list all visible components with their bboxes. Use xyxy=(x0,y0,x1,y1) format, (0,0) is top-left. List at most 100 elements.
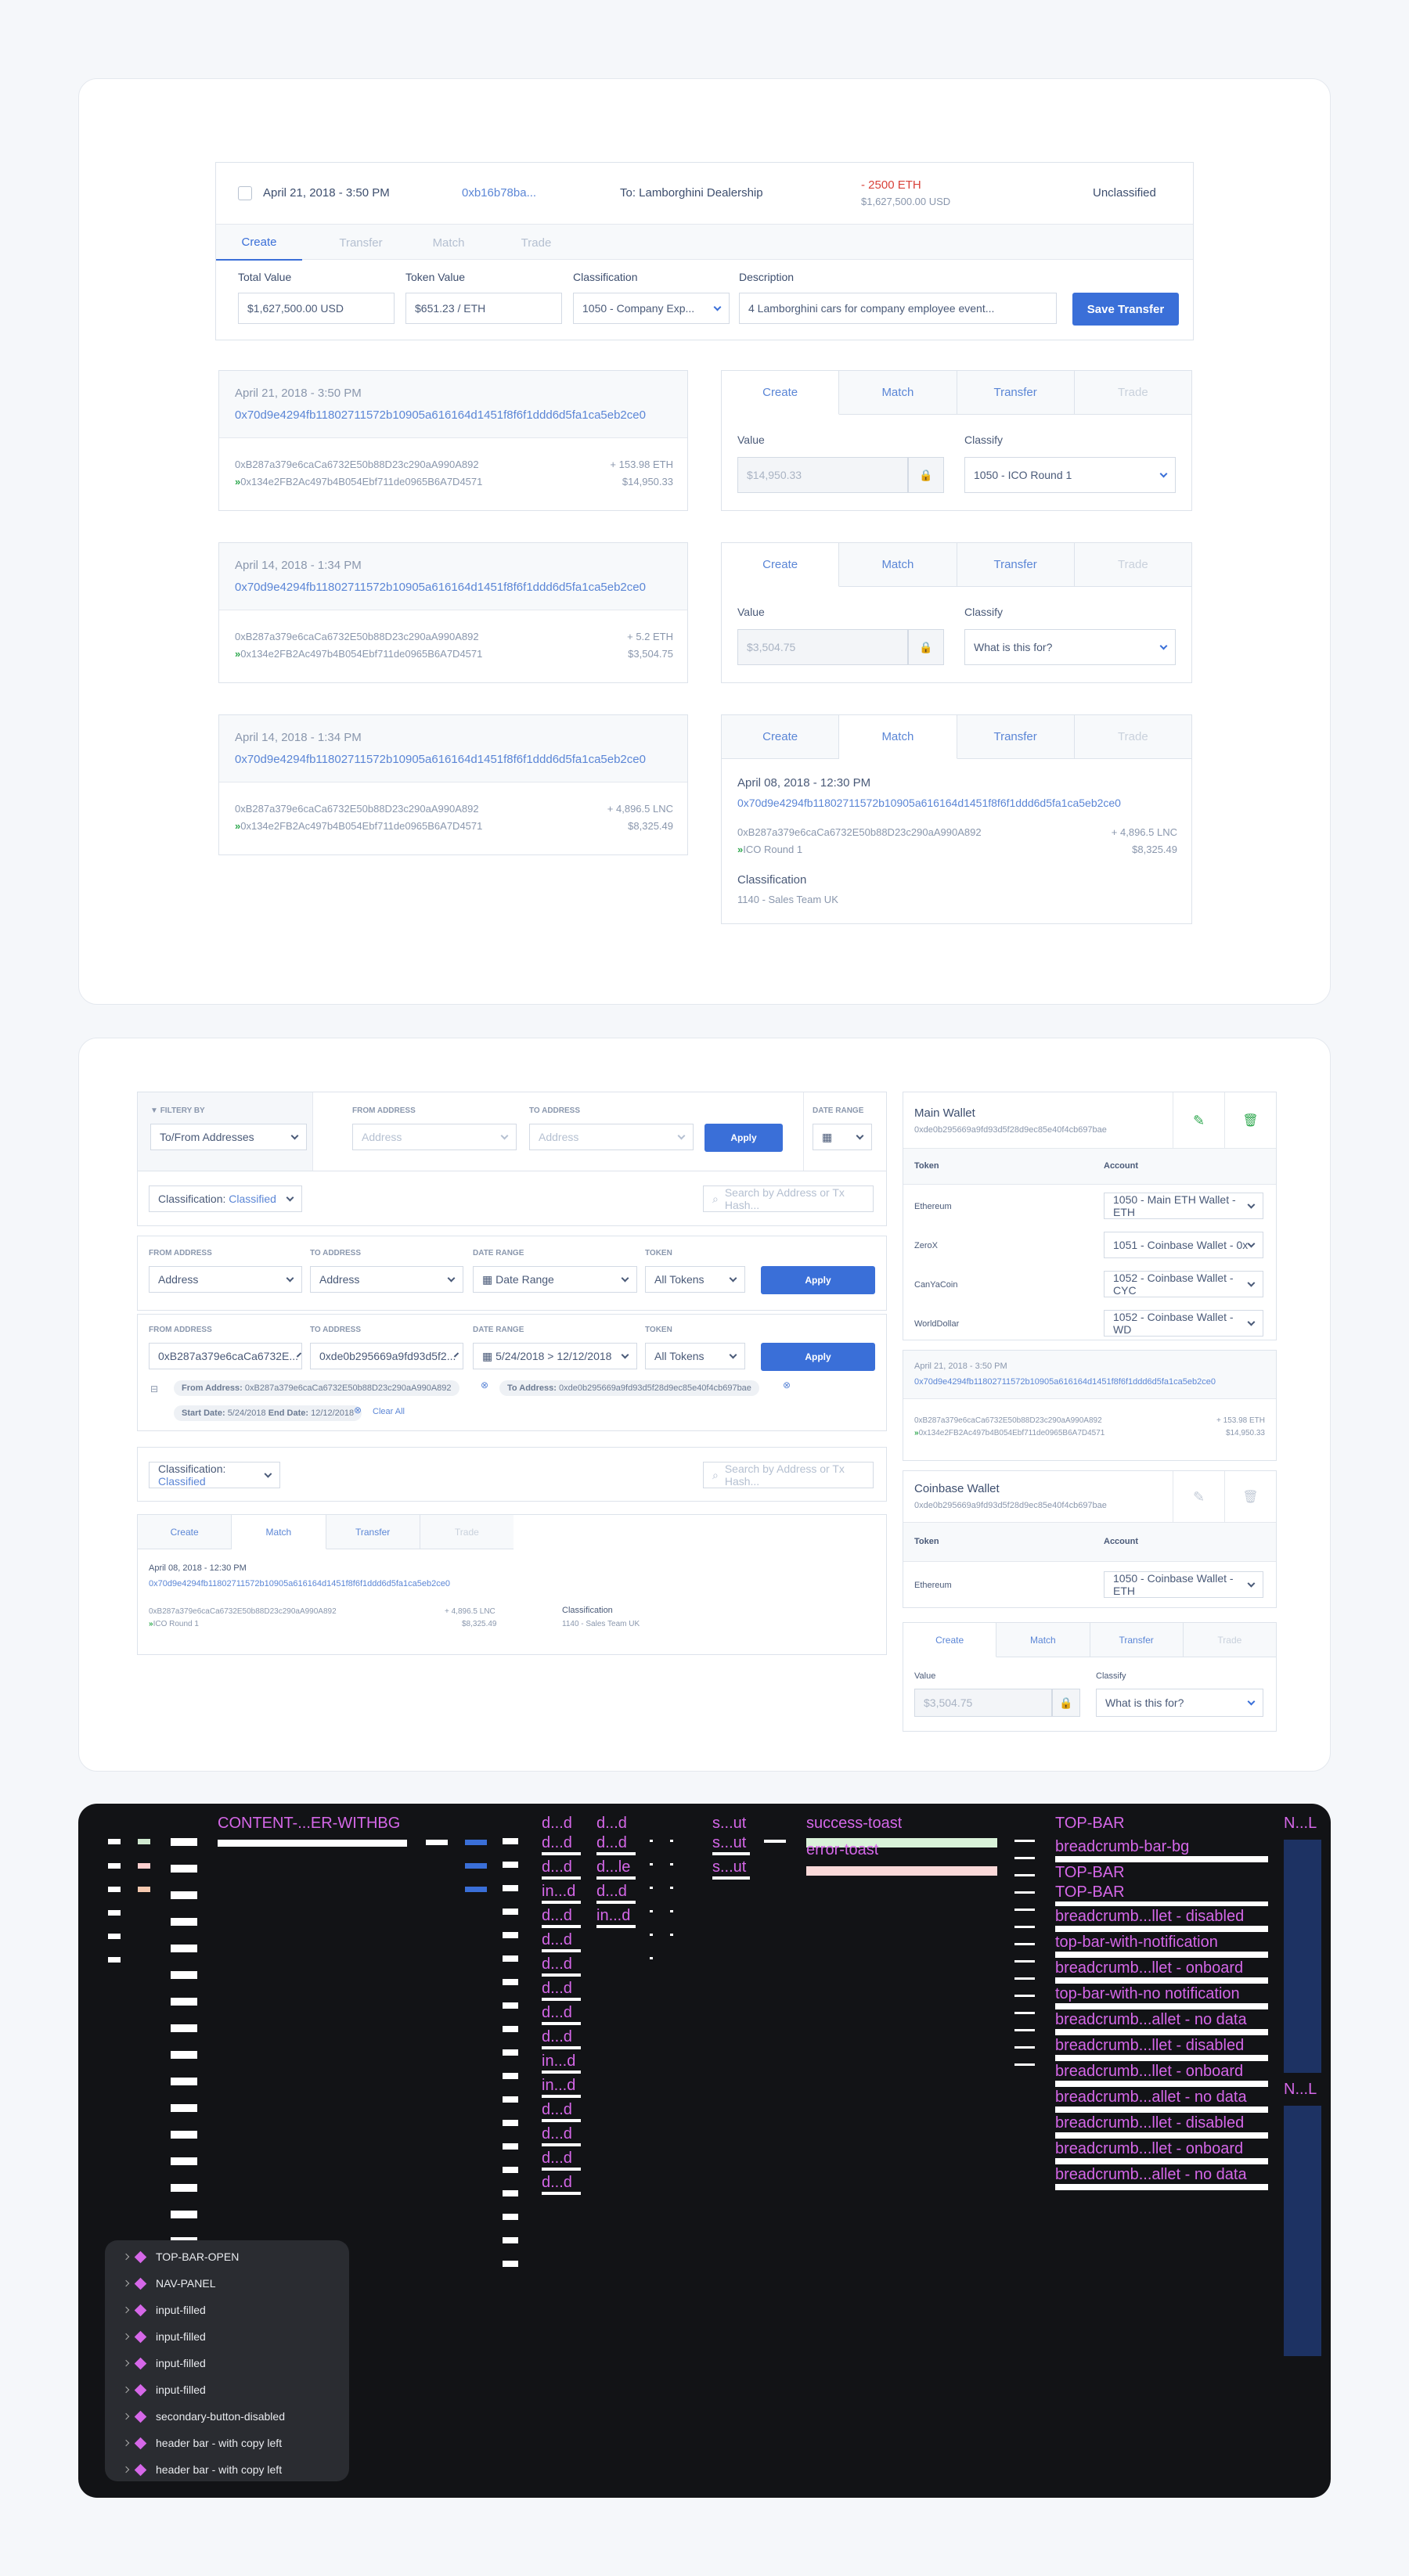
edit-icon[interactable]: ✎ xyxy=(1173,1471,1224,1523)
remove-chip-icon[interactable]: ⊗ xyxy=(354,1405,362,1416)
tab-transfer[interactable]: Transfer xyxy=(957,543,1075,586)
account-header: Account xyxy=(1104,1537,1138,1546)
tab-trade[interactable]: Trade xyxy=(1075,715,1191,758)
remove-chip-icon[interactable]: ⊗ xyxy=(783,1380,791,1391)
tx-hash-link[interactable]: 0x70d9e4294fb11802711572b10905a616164d14… xyxy=(235,753,646,766)
wallet-account-select[interactable]: 1050 - Coinbase Wallet - ETH xyxy=(1104,1571,1263,1598)
layer-row[interactable]: input-filled xyxy=(105,2376,206,2403)
tx-to-address: 0x134e2FB2Ac497b4B054Ebf711de0965B6A7D45… xyxy=(240,648,483,660)
edit-icon[interactable]: ✎ xyxy=(1173,1092,1224,1149)
tab-transfer[interactable]: Transfer xyxy=(957,715,1075,758)
tab-create[interactable]: Create xyxy=(722,715,840,758)
apply-button[interactable]: Apply xyxy=(761,1343,875,1371)
row-checkbox[interactable] xyxy=(238,186,252,200)
layer-row[interactable]: header bar - with copy left xyxy=(105,2430,282,2456)
match-hash-link[interactable]: 0x70d9e4294fb11802711572b10905a616164d14… xyxy=(149,1579,450,1588)
tab-create[interactable]: Create xyxy=(216,225,302,261)
from-address-select[interactable]: Address xyxy=(149,1266,302,1293)
classification-select[interactable]: Classification: Classified xyxy=(149,1462,280,1488)
apply-button[interactable]: Apply xyxy=(761,1266,875,1294)
match-amount: + 4,896.5 LNC xyxy=(445,1607,495,1616)
chevron-down-icon xyxy=(1247,1239,1256,1247)
frame-label: in...d xyxy=(542,1883,581,1904)
tab-trade[interactable]: Trade xyxy=(1075,371,1191,414)
tab-match[interactable]: Match xyxy=(405,225,492,261)
chip-start-value: 5/24/2018 xyxy=(227,1409,266,1418)
search-input[interactable]: ⌕ Search by Address or Tx Hash... xyxy=(703,1185,874,1212)
tab-transfer[interactable]: Transfer xyxy=(326,1515,420,1549)
tab-create[interactable]: Create xyxy=(722,371,840,415)
classification-select[interactable]: 1050 - Company Exp... xyxy=(573,293,730,324)
chevron-down-icon xyxy=(286,1193,294,1201)
token-select[interactable]: All Tokens xyxy=(645,1266,745,1293)
tab-trade[interactable]: Trade xyxy=(1075,543,1191,586)
remove-chip-icon[interactable]: ⊗ xyxy=(481,1380,488,1391)
layer-row[interactable]: input-filled xyxy=(105,2350,206,2376)
layer-row[interactable]: header bar - with copy left xyxy=(105,2456,282,2483)
clear-all-link[interactable]: Clear All xyxy=(373,1407,405,1416)
tab-match[interactable]: Match xyxy=(232,1515,326,1549)
thumb xyxy=(108,1887,121,1892)
to-address-select[interactable]: Address xyxy=(529,1124,694,1150)
wallet-account-select[interactable]: 1050 - Main ETH Wallet - ETH xyxy=(1104,1193,1263,1219)
from-address-value: 0xB287a379e6caCa6732E... xyxy=(158,1350,299,1362)
layer-row[interactable]: input-filled xyxy=(105,2297,206,2323)
tab-create[interactable]: Create xyxy=(722,543,840,587)
tab-create[interactable]: Create xyxy=(138,1515,232,1549)
side-classify-form: Create Match Transfer Trade Value Classi… xyxy=(903,1622,1277,1732)
classification-select-value: 1050 - Company Exp... xyxy=(582,302,695,315)
tx-hash-link[interactable]: 0x70d9e4294fb11802711572b10905a616164d14… xyxy=(235,408,646,422)
layer-row[interactable]: secondary-button-disabled xyxy=(105,2403,285,2430)
frame-label: d...d xyxy=(542,1980,581,2001)
wallet-account-select[interactable]: 1051 - Coinbase Wallet - 0x xyxy=(1104,1232,1263,1258)
tab-match[interactable]: Match xyxy=(839,543,957,586)
total-value-input[interactable]: $1,627,500.00 USD xyxy=(238,293,395,324)
classification-select[interactable]: Classification: Classified xyxy=(149,1185,302,1212)
match-hash-link[interactable]: 0x70d9e4294fb11802711572b10905a616164d14… xyxy=(737,797,1121,809)
search-input[interactable]: ⌕ Search by Address or Tx Hash... xyxy=(703,1462,874,1488)
chevron-down-icon xyxy=(290,1131,299,1139)
to-address-select[interactable]: Address xyxy=(310,1266,463,1293)
tab-match[interactable]: Match xyxy=(839,715,957,759)
tab-trade[interactable]: Trade xyxy=(493,225,579,261)
tab-transfer[interactable]: Transfer xyxy=(1090,1623,1184,1657)
apply-button[interactable]: Apply xyxy=(704,1124,783,1152)
tab-match[interactable]: Match xyxy=(839,371,957,414)
wallet-account-value: 1052 - Coinbase Wallet - WD xyxy=(1113,1311,1234,1336)
chip-from-address: From Address: 0xB287a379e6caCa6732E50b88… xyxy=(174,1380,459,1396)
tab-match[interactable]: Match xyxy=(996,1623,1090,1657)
from-address-label: FROM ADDRESS xyxy=(149,1249,212,1257)
layer-row[interactable]: input-filled xyxy=(105,2323,206,2350)
classify-select[interactable]: What is this for? xyxy=(1096,1689,1263,1717)
description-input[interactable]: 4 Lamborghini cars for company employee … xyxy=(739,293,1057,324)
tx-hash-link[interactable]: 0x70d9e4294fb11802711572b10905a616164d14… xyxy=(914,1377,1216,1387)
token-select[interactable]: All Tokens xyxy=(645,1343,745,1369)
save-transfer-button[interactable]: Save Transfer xyxy=(1072,293,1179,326)
classify-select[interactable]: 1050 - ICO Round 1 xyxy=(964,457,1176,493)
date-range-select[interactable]: ▦ 5/24/2018 > 12/12/2018 xyxy=(473,1343,637,1369)
tab-trade[interactable]: Trade xyxy=(420,1515,514,1549)
match-class-value: 1140 - Sales Team UK xyxy=(562,1620,640,1628)
layer-row[interactable]: TOP-BAR-OPEN xyxy=(105,2243,239,2270)
tab-trade[interactable]: Trade xyxy=(1184,1623,1276,1657)
date-range-select[interactable]: ▦ xyxy=(813,1124,872,1150)
wallet-account-select[interactable]: 1052 - Coinbase Wallet - CYC xyxy=(1104,1271,1263,1297)
trash-icon[interactable]: 🗑 xyxy=(1224,1471,1276,1523)
tx-amount: + 153.98 ETH xyxy=(610,459,673,470)
layer-row[interactable]: NAV-PANEL xyxy=(105,2270,216,2297)
trash-icon[interactable]: 🗑 xyxy=(1224,1092,1276,1149)
token-value-input[interactable]: $651.23 / ETH xyxy=(405,293,562,324)
filter-by-select[interactable]: To/From Addresses xyxy=(150,1124,307,1150)
tab-transfer[interactable]: Transfer xyxy=(318,225,404,261)
tx-hash-link[interactable]: 0x70d9e4294fb11802711572b10905a616164d14… xyxy=(235,581,646,594)
tab-transfer[interactable]: Transfer xyxy=(957,371,1075,414)
tx-hash-link[interactable]: 0xb16b78ba... xyxy=(462,186,536,200)
wallet-account-select[interactable]: 1052 - Coinbase Wallet - WD xyxy=(1104,1310,1263,1337)
classify-select[interactable]: What is this for? xyxy=(964,629,1176,665)
from-address-select[interactable]: 0xB287a379e6caCa6732E... xyxy=(149,1343,302,1369)
match-to: »ICO Round 1 xyxy=(737,844,802,855)
from-address-select[interactable]: Address xyxy=(352,1124,517,1150)
date-range-select[interactable]: ▦ Date Range xyxy=(473,1266,637,1293)
tab-create[interactable]: Create xyxy=(903,1623,997,1657)
to-address-select[interactable]: 0xde0b295669a9fd93d5f2... xyxy=(310,1343,463,1369)
